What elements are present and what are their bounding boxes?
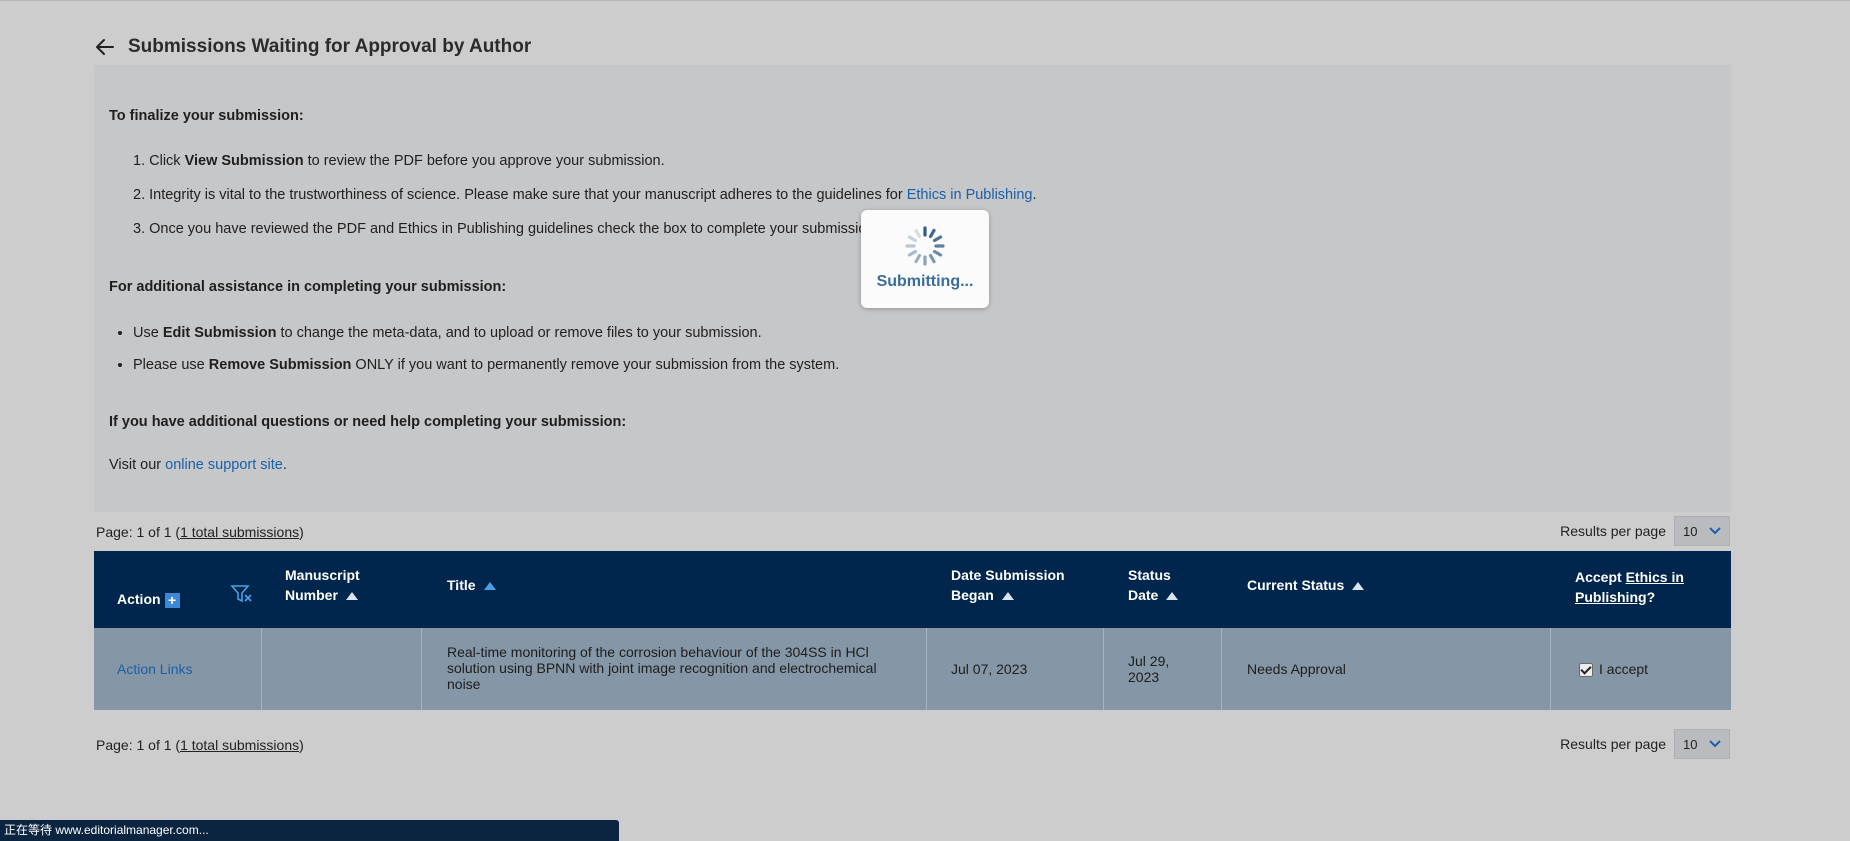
col-title[interactable]: Title xyxy=(447,575,496,595)
chevron-down-icon xyxy=(1709,740,1721,748)
cell-title: Real-time monitoring of the corrosion be… xyxy=(447,644,877,692)
action-links[interactable]: Action Links xyxy=(117,661,192,677)
browser-status-bar: 正在等待 www.editorialmanager.com... xyxy=(0,820,619,841)
bullet-remove-submission: Please use Remove Submission ONLY if you… xyxy=(133,355,839,387)
col-manuscript-number[interactable]: Manuscript Number xyxy=(285,565,360,605)
sort-asc-icon[interactable] xyxy=(483,582,496,591)
ethics-header-link-2[interactable]: Publishing xyxy=(1575,589,1647,605)
assistance-heading: For additional assistance in completing … xyxy=(109,279,507,295)
help-heading: If you have additional questions or need… xyxy=(109,414,627,430)
column-divider xyxy=(1221,628,1222,710)
col-accept-ethics: Accept Ethics in Publishing? xyxy=(1575,569,1684,605)
col-action: Action + xyxy=(117,589,180,609)
accept-checkbox[interactable] xyxy=(1579,663,1593,678)
ethics-in-publishing-link[interactable]: Ethics in Publishing xyxy=(907,187,1033,203)
add-column-icon[interactable]: + xyxy=(164,592,180,608)
cell-date-began: Jul 07, 2023 xyxy=(951,661,1028,677)
sort-asc-icon[interactable] xyxy=(345,592,358,601)
column-divider xyxy=(421,628,422,710)
back-arrow-icon[interactable] xyxy=(94,36,116,58)
col-date-submission-began[interactable]: Date Submission Began xyxy=(951,565,1065,605)
submitting-dialog: Submitting... xyxy=(861,210,989,308)
column-divider xyxy=(1550,628,1551,710)
ethics-header-link[interactable]: Ethics in xyxy=(1626,569,1684,585)
results-per-page-select[interactable]: 10 xyxy=(1674,729,1730,759)
cell-status-date: Jul 29, 2023 xyxy=(1128,653,1170,685)
support-line: Visit our online support site. xyxy=(109,457,287,473)
results-per-page-top: Results per page 10 xyxy=(1560,516,1730,546)
step-1: 1. Click View Submission to review the P… xyxy=(133,153,665,169)
column-divider xyxy=(926,628,927,710)
bullet-edit-submission: Use Edit Submission to change the meta-d… xyxy=(133,323,839,355)
total-submissions-link[interactable]: 1 total submissions xyxy=(180,524,299,540)
table-row: Action Links Real-time monitoring of the… xyxy=(94,628,1731,710)
col-current-status[interactable]: Current Status xyxy=(1247,575,1365,595)
total-submissions-link[interactable]: 1 total submissions xyxy=(180,737,299,753)
accept-label[interactable]: I accept xyxy=(1599,661,1648,677)
cell-accept: I accept xyxy=(1579,661,1648,678)
results-per-page-select[interactable]: 10 xyxy=(1674,516,1730,546)
sort-asc-icon[interactable] xyxy=(1001,592,1014,601)
cell-action: Action Links xyxy=(117,661,192,677)
finalize-heading: To finalize your submission: xyxy=(109,108,304,124)
sort-asc-icon[interactable] xyxy=(1166,592,1179,601)
submissions-table: Action + Manuscript Number Title Date Sub… xyxy=(94,551,1731,710)
online-support-link[interactable]: online support site xyxy=(165,457,283,473)
page-title: Submissions Waiting for Approval by Auth… xyxy=(128,36,532,57)
view-submission-term: View Submission xyxy=(184,153,304,169)
table-header: Action + Manuscript Number Title Date Sub… xyxy=(94,551,1731,628)
column-divider xyxy=(1103,628,1104,710)
sort-asc-icon[interactable] xyxy=(1352,582,1365,591)
chevron-down-icon xyxy=(1709,527,1721,535)
cell-current-status: Needs Approval xyxy=(1247,661,1346,677)
top-border xyxy=(0,0,1850,1)
pager-bottom: Page: 1 of 1 (1 total submissions) xyxy=(96,737,304,753)
clear-filter-icon[interactable] xyxy=(230,584,254,604)
assistance-list: Use Edit Submission to change the meta-d… xyxy=(109,323,839,387)
loading-spinner-icon xyxy=(905,226,945,266)
col-status-date[interactable]: Status Date xyxy=(1128,565,1179,605)
results-per-page-bottom: Results per page 10 xyxy=(1560,729,1730,759)
column-divider xyxy=(261,628,262,710)
submitting-text: Submitting... xyxy=(876,273,974,290)
pager-top: Page: 1 of 1 (1 total submissions) xyxy=(96,524,304,540)
page-header: Submissions Waiting for Approval by Auth… xyxy=(94,36,531,58)
